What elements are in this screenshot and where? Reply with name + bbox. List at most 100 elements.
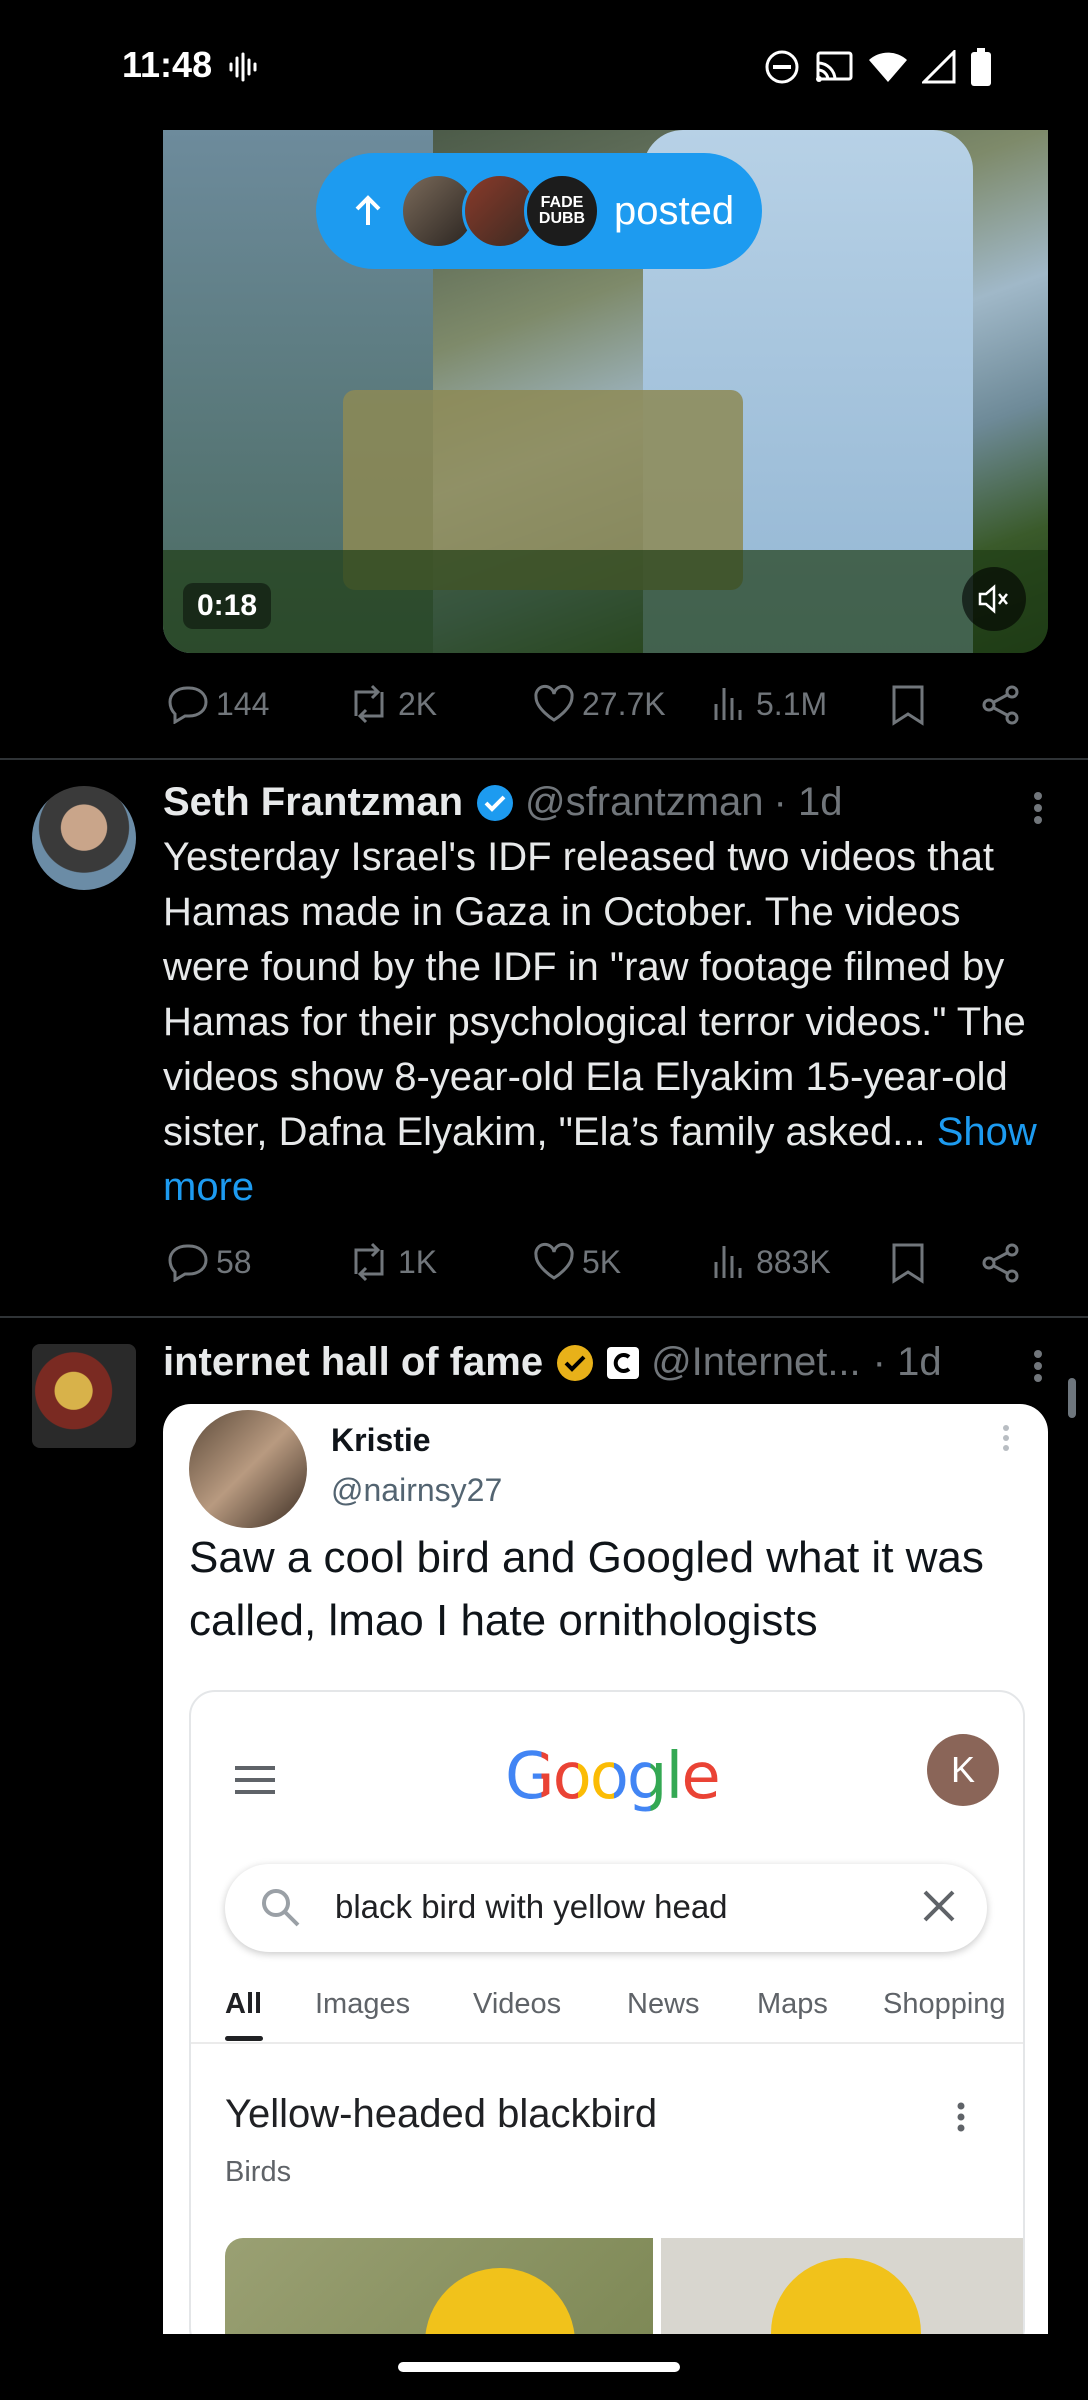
bookmark-button[interactable] bbox=[890, 684, 926, 726]
avatar: FADE DUBB bbox=[524, 173, 600, 249]
more-options-icon[interactable] bbox=[1032, 1348, 1044, 1384]
close-icon bbox=[923, 1890, 955, 1922]
cast-icon bbox=[816, 51, 853, 82]
bookmark-button[interactable] bbox=[890, 1242, 926, 1284]
tweet-body-text: Yesterday Israel's IDF released two vide… bbox=[163, 835, 1026, 1154]
views-icon bbox=[714, 1246, 742, 1278]
scrollbar[interactable] bbox=[1068, 1378, 1076, 1418]
active-tab-indicator bbox=[225, 2036, 263, 2041]
reply-button[interactable]: 144 bbox=[166, 684, 269, 724]
tab-shopping: Shopping bbox=[883, 1988, 1006, 2020]
views-button[interactable]: 883K bbox=[710, 1242, 831, 1282]
reply-button[interactable]: 58 bbox=[166, 1242, 252, 1282]
cell-signal-icon bbox=[922, 50, 956, 84]
posted-avatars: FADE DUBB bbox=[400, 173, 600, 249]
repost-button[interactable]: 2K bbox=[346, 684, 437, 724]
google-search-box: black bird with yellow head bbox=[225, 1864, 987, 1952]
tweet-text[interactable]: Yesterday Israel's IDF released two vide… bbox=[163, 830, 1053, 1215]
views-count: 883K bbox=[756, 1243, 831, 1280]
views-icon bbox=[714, 688, 742, 720]
post-actions: 144 2K 27.7K 5.1M bbox=[0, 684, 1088, 728]
more-options-icon[interactable] bbox=[1032, 790, 1044, 826]
heart-icon bbox=[534, 1242, 574, 1280]
post-time: · 1d bbox=[872, 1340, 942, 1384]
share-icon bbox=[982, 1243, 1019, 1283]
mute-button[interactable] bbox=[962, 567, 1026, 631]
share-button[interactable] bbox=[980, 684, 1022, 726]
account-avatar: K bbox=[927, 1734, 999, 1806]
divider bbox=[0, 758, 1088, 760]
views-button[interactable]: 5.1M bbox=[710, 684, 827, 724]
bookmark-icon bbox=[892, 685, 924, 726]
tab-news: News bbox=[627, 1988, 700, 2020]
reply-icon bbox=[168, 1244, 208, 1282]
google-tabs: All Images Videos News Maps Shopping bbox=[191, 1988, 1023, 2044]
video-frame-floor bbox=[163, 550, 1048, 653]
share-icon bbox=[982, 685, 1019, 725]
repost-count: 2K bbox=[398, 685, 438, 722]
post-actions: 58 1K 5K 883K bbox=[0, 1242, 1088, 1286]
gesture-nav-handle[interactable] bbox=[398, 2362, 680, 2372]
media-image-card[interactable]: Kristie @nairnsy27 Saw a cool bird and G… bbox=[163, 1404, 1048, 2334]
menu-icon bbox=[235, 1766, 275, 1794]
divider bbox=[0, 1316, 1088, 1318]
avatar[interactable] bbox=[32, 786, 136, 890]
user-handle[interactable]: @sfrantzman bbox=[525, 780, 763, 825]
battery-icon bbox=[971, 48, 991, 86]
repost-icon bbox=[354, 1242, 384, 1282]
share-button[interactable] bbox=[980, 1242, 1022, 1284]
tweet-header: internet hall of fame @Internet... · 1d bbox=[163, 1340, 942, 1385]
posted-label: posted bbox=[614, 188, 735, 233]
status-bar: 11:48 bbox=[0, 0, 1088, 130]
like-button[interactable]: 27.7K bbox=[532, 684, 666, 724]
result-title: Yellow-headed blackbird bbox=[225, 2092, 658, 2136]
affiliate-badge-icon bbox=[607, 1346, 640, 1379]
quoted-name: Kristie bbox=[331, 1422, 431, 1458]
reply-count: 144 bbox=[216, 685, 270, 722]
video-duration: 0:18 bbox=[183, 583, 272, 629]
repost-count: 1K bbox=[398, 1243, 438, 1280]
user-handle[interactable]: @Internet... bbox=[651, 1340, 861, 1385]
wifi-icon bbox=[869, 52, 907, 82]
reply-icon bbox=[168, 686, 208, 724]
tab-videos: Videos bbox=[473, 1988, 562, 2020]
google-logo: Google bbox=[505, 1740, 721, 1814]
views-count: 5.1M bbox=[756, 685, 828, 722]
status-icons bbox=[764, 48, 992, 86]
speaker-muted-icon bbox=[978, 584, 1008, 614]
status-time: 11:48 bbox=[122, 44, 213, 85]
new-posts-pill[interactable]: FADE DUBB posted bbox=[316, 153, 762, 269]
like-count: 5K bbox=[582, 1243, 622, 1280]
tweet-header: Seth Frantzman @sfrantzman · 1d bbox=[163, 780, 842, 825]
tab-all: All bbox=[225, 1988, 263, 2020]
display-name[interactable]: Seth Frantzman bbox=[163, 780, 463, 825]
do-not-disturb-icon bbox=[765, 50, 799, 84]
avatar[interactable] bbox=[32, 1344, 136, 1448]
search-query: black bird with yellow head bbox=[335, 1888, 728, 1925]
like-button[interactable]: 5K bbox=[532, 1242, 621, 1282]
result-subtitle: Birds bbox=[225, 2156, 292, 2188]
more-options-icon bbox=[1003, 1425, 1009, 1451]
repost-icon bbox=[354, 684, 384, 724]
quoted-text: Saw a cool bird and Googled what it was … bbox=[189, 1533, 984, 1645]
avatar bbox=[189, 1410, 307, 1528]
like-count: 27.7K bbox=[582, 685, 666, 722]
tab-images: Images bbox=[315, 1988, 411, 2020]
reply-count: 58 bbox=[216, 1243, 252, 1280]
display-name[interactable]: internet hall of fame bbox=[163, 1340, 543, 1385]
tab-maps: Maps bbox=[757, 1988, 828, 2020]
bird-image bbox=[661, 2238, 1023, 2334]
bird-image bbox=[225, 2238, 653, 2334]
google-screenshot: Google K black bird with yellow head All… bbox=[189, 1690, 1025, 2334]
arrow-up-icon bbox=[355, 195, 381, 225]
heart-icon bbox=[534, 684, 574, 722]
audio-wave-icon bbox=[229, 52, 257, 82]
verified-gold-badge-icon bbox=[557, 1344, 594, 1381]
repost-button[interactable]: 1K bbox=[346, 1242, 437, 1282]
search-icon bbox=[262, 1889, 300, 1927]
quoted-handle: @nairnsy27 bbox=[331, 1472, 503, 1508]
bookmark-icon bbox=[892, 1243, 924, 1284]
post-time: · 1d bbox=[773, 780, 843, 824]
more-options-icon bbox=[957, 2102, 965, 2132]
verified-badge-icon bbox=[477, 784, 514, 821]
